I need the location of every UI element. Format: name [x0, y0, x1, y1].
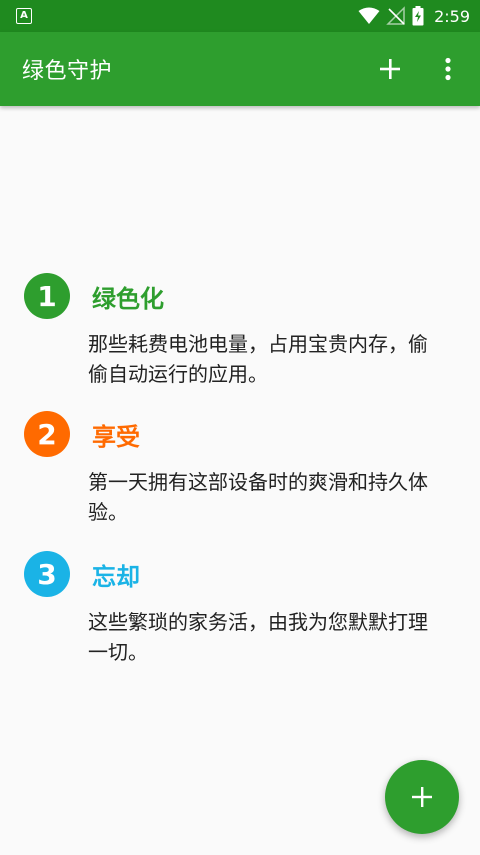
feature-description: 这些繁琐的家务活，由我为您默默打理一切。 — [88, 610, 428, 664]
feature-title: 享受 — [92, 422, 140, 451]
clock: 2:59 — [434, 6, 470, 26]
feature-item-1: 1 绿色化 那些耗费电池电量，占用宝贵内存，偷偷自动运行的应用。 — [24, 273, 444, 389]
step-number-badge: 3 — [24, 551, 70, 597]
battery-charging-icon — [412, 6, 424, 26]
add-icon — [412, 787, 432, 807]
app-bar: 绿色守护 — [0, 32, 480, 106]
notification-app-icon: A — [16, 8, 32, 24]
more-options-button[interactable] — [430, 51, 466, 87]
step-number-badge: 1 — [24, 273, 70, 319]
feature-title: 忘却 — [92, 562, 140, 591]
app-title: 绿色守护 — [22, 59, 113, 84]
feature-item-2: 2 享受 第一天拥有这部设备时的爽滑和持久体验。 — [24, 411, 444, 527]
feature-description: 第一天拥有这部设备时的爽滑和持久体验。 — [88, 470, 428, 524]
step-number-badge: 2 — [24, 411, 70, 457]
feature-title: 绿色化 — [92, 284, 164, 313]
add-icon — [380, 59, 400, 79]
add-fab-button[interactable] — [385, 760, 459, 834]
feature-list: 1 绿色化 那些耗费电池电量，占用宝贵内存，偷偷自动运行的应用。 2 享受 第一… — [0, 106, 480, 855]
wifi-icon — [358, 7, 380, 25]
add-button[interactable] — [372, 51, 408, 87]
feature-item-3: 3 忘却 这些繁琐的家务活，由我为您默默打理一切。 — [24, 551, 444, 667]
more-vert-icon — [445, 57, 451, 81]
feature-description: 那些耗费电池电量，占用宝贵内存，偷偷自动运行的应用。 — [88, 332, 428, 386]
no-signal-icon — [386, 6, 406, 26]
status-bar: A 2:59 — [0, 0, 480, 32]
